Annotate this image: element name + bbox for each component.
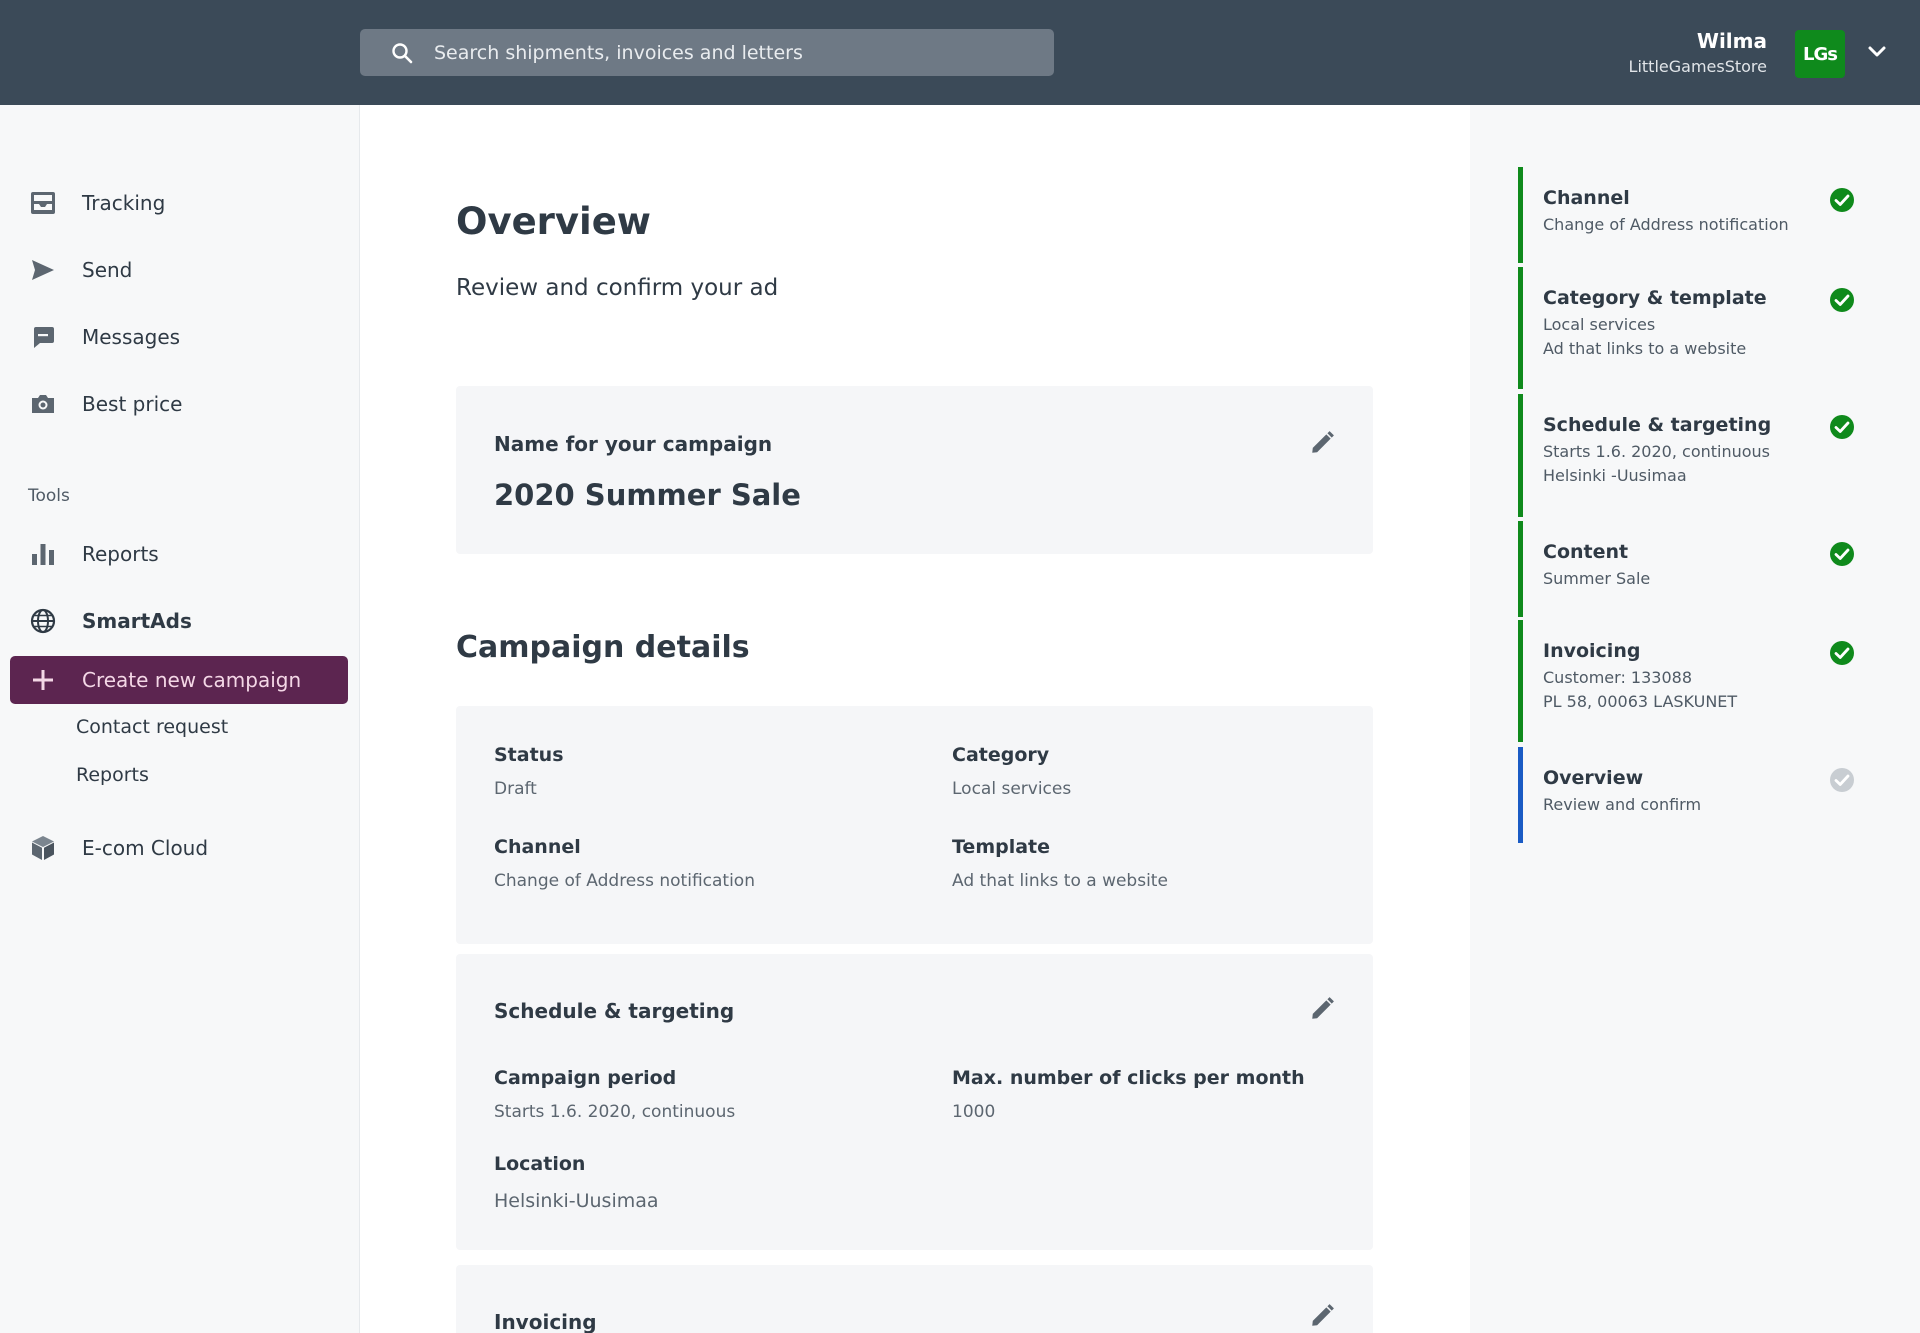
camera-icon — [30, 391, 56, 417]
sidebar-item-smartads-reports[interactable]: Reports — [76, 764, 149, 786]
location-label: Location — [494, 1153, 586, 1175]
status-value: Draft — [494, 779, 537, 799]
step-title: Invoicing — [1543, 640, 1641, 662]
check-circle-icon — [1830, 415, 1854, 439]
check-circle-pending-icon — [1830, 768, 1854, 792]
sidebar-item-label: E-com Cloud — [82, 836, 209, 860]
step-detail: Summer Sale — [1543, 569, 1651, 588]
sidebar-item-best-price[interactable]: Best price — [10, 380, 348, 428]
invoicing-title: Invoicing — [494, 1310, 597, 1333]
step-detail: Review and confirm — [1543, 795, 1702, 814]
sidebar-item-smartads[interactable]: SmartAds — [10, 597, 348, 645]
step-title: Category & template — [1543, 287, 1767, 309]
sidebar-item-messages[interactable]: Messages — [10, 313, 348, 361]
campaign-period-label: Campaign period — [494, 1067, 677, 1089]
step-overview[interactable]: Overview Review and confirm — [1518, 747, 1858, 843]
step-detail: Helsinki -Uusimaa — [1543, 466, 1687, 485]
status-label: Status — [494, 744, 564, 766]
step-schedule-targeting[interactable]: Schedule & targeting Starts 1.6. 2020, c… — [1518, 394, 1858, 517]
chevron-down-icon[interactable] — [1867, 42, 1887, 62]
send-arrow-icon — [30, 257, 56, 283]
sidebar-item-label: Messages — [82, 325, 181, 349]
campaign-details-card: Status Draft Category Local services Cha… — [456, 706, 1373, 944]
globe-icon — [30, 608, 56, 634]
sidebar-item-label: Tracking — [82, 191, 166, 215]
page-subtitle: Review and confirm your ad — [456, 275, 779, 301]
sidebar-item-contact-request[interactable]: Contact request — [76, 716, 228, 738]
template-value: Ad that links to a website — [952, 871, 1168, 891]
sidebar-item-send[interactable]: Send — [10, 246, 348, 294]
left-sidebar: Tracking Send Messages Best price Tools … — [0, 105, 360, 1333]
step-title: Channel — [1543, 187, 1630, 209]
check-circle-icon — [1830, 542, 1854, 566]
page-title: Overview — [456, 200, 651, 243]
step-invoicing[interactable]: Invoicing Customer: 133088 PL 58, 00063 … — [1518, 620, 1858, 742]
progress-steps: Channel Change of Address notification C… — [1470, 105, 1920, 1333]
max-clicks-value: 1000 — [952, 1102, 996, 1122]
search-input[interactable] — [434, 41, 1014, 64]
channel-value: Change of Address notification — [494, 871, 755, 891]
step-title: Content — [1543, 541, 1629, 563]
invoicing-card: Invoicing — [456, 1265, 1373, 1333]
user-info[interactable]: Wilma LittleGamesStore — [1629, 29, 1767, 76]
step-channel[interactable]: Channel Change of Address notification — [1518, 167, 1858, 263]
check-circle-icon — [1830, 188, 1854, 212]
step-detail: Starts 1.6. 2020, continuous — [1543, 442, 1771, 461]
campaign-name-label: Name for your campaign — [494, 432, 773, 456]
campaign-name-value: 2020 Summer Sale — [494, 478, 801, 512]
step-detail: Customer: 133088 — [1543, 668, 1692, 687]
sidebar-item-label: Create new campaign — [82, 668, 302, 692]
step-category-template[interactable]: Category & template Local services Ad th… — [1518, 267, 1858, 389]
max-clicks-label: Max. number of clicks per month — [952, 1067, 1305, 1089]
template-label: Template — [952, 836, 1051, 858]
sidebar-item-label: SmartAds — [82, 609, 192, 633]
check-circle-icon — [1830, 641, 1854, 665]
location-value: Helsinki-Uusimaa — [494, 1190, 659, 1212]
avatar[interactable]: LGs — [1795, 30, 1845, 78]
campaign-details-title: Campaign details — [456, 630, 750, 665]
sidebar-item-tracking[interactable]: Tracking — [10, 179, 348, 227]
campaign-name-card: Name for your campaign 2020 Summer Sale — [456, 386, 1373, 554]
bar-chart-icon — [30, 541, 56, 567]
sidebar-item-label: Reports — [82, 542, 159, 566]
sidebar-item-reports[interactable]: Reports — [10, 530, 348, 578]
edit-pencil-icon[interactable] — [1309, 996, 1335, 1022]
sidebar-item-label: Best price — [82, 392, 183, 416]
edit-pencil-icon[interactable] — [1309, 430, 1335, 456]
user-name: Wilma — [1696, 29, 1767, 53]
sidebar-item-label: Send — [82, 258, 133, 282]
step-content[interactable]: Content Summer Sale — [1518, 521, 1858, 617]
chat-bubble-icon — [30, 324, 56, 350]
check-circle-icon — [1830, 288, 1854, 312]
step-title: Schedule & targeting — [1543, 414, 1772, 436]
schedule-targeting-title: Schedule & targeting — [494, 999, 735, 1023]
step-title: Overview — [1543, 767, 1644, 789]
search-bar[interactable] — [360, 29, 1054, 76]
edit-pencil-icon[interactable] — [1309, 1303, 1335, 1329]
step-detail: PL 58, 00063 LASKUNET — [1543, 692, 1738, 711]
main-content: Overview Review and confirm your ad Name… — [360, 105, 1470, 1333]
tools-section-label: Tools — [28, 486, 70, 506]
create-new-campaign-button[interactable]: Create new campaign — [10, 656, 348, 704]
search-icon — [392, 42, 413, 63]
category-value: Local services — [952, 779, 1072, 799]
sidebar-item-ecom-cloud[interactable]: E-com Cloud — [10, 824, 348, 872]
step-detail: Change of Address notification — [1543, 215, 1789, 234]
user-company: LittleGamesStore — [1628, 57, 1767, 76]
top-header: Wilma LittleGamesStore LGs — [0, 0, 1920, 105]
category-label: Category — [952, 744, 1050, 766]
cube-icon — [30, 835, 56, 861]
schedule-targeting-card: Schedule & targeting Campaign period Sta… — [456, 954, 1373, 1250]
plus-icon — [30, 667, 56, 693]
inbox-tray-icon — [30, 190, 56, 216]
step-detail: Ad that links to a website — [1543, 339, 1747, 358]
campaign-period-value: Starts 1.6. 2020, continuous — [494, 1102, 736, 1122]
channel-label: Channel — [494, 836, 581, 858]
step-detail: Local services — [1543, 315, 1656, 334]
